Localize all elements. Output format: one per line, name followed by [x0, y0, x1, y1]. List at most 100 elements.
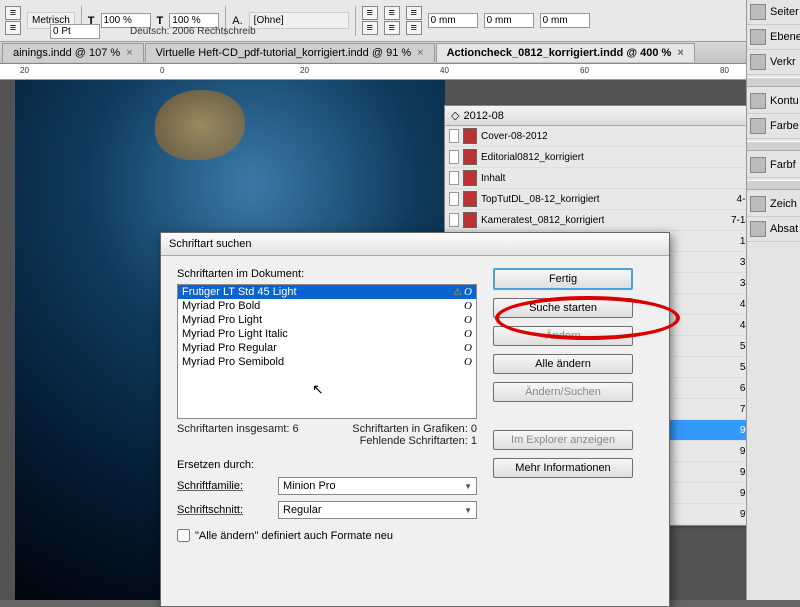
fonts-missing-label: Fehlende Schriftarten: 1: [360, 435, 477, 447]
font-type-icon: O: [464, 342, 472, 354]
panel-label: Seiter: [770, 6, 799, 18]
doc-thumb-icon: [463, 128, 477, 144]
redefine-style-checkbox[interactable]: [177, 529, 190, 542]
panel-tab[interactable]: Zeich: [747, 192, 800, 217]
language-dropdown[interactable]: Deutsch: 2006 Rechtschreib: [130, 26, 256, 37]
close-icon[interactable]: ×: [417, 47, 423, 59]
change-all-button[interactable]: Alle ändern: [493, 354, 633, 374]
doc-name: Cover-08-2012: [481, 131, 745, 142]
right-panels: Seiter Ebene Verkr Kontu Farbe Farbf Zeich A…: [746, 0, 800, 600]
panel-icon: [750, 54, 766, 70]
panel-icon: [750, 221, 766, 237]
para-icon[interactable]: ≡: [384, 6, 400, 20]
indent-input[interactable]: [428, 13, 478, 28]
font-name: Myriad Pro Semibold: [182, 356, 464, 368]
font-name: Frutiger LT Std 45 Light: [182, 286, 453, 298]
doc-name: TopTutDL_08-12_korrigiert: [481, 194, 737, 205]
panel-label: Ebene: [770, 31, 800, 43]
para-icon[interactable]: ≡: [406, 6, 422, 20]
char-style-dropdown[interactable]: [Ohne]: [249, 12, 349, 29]
font-family-dropdown[interactable]: Minion Pro▼: [278, 477, 477, 495]
find-first-button[interactable]: Suche starten: [493, 298, 633, 318]
panel-label: Absat: [770, 223, 798, 235]
chevron-down-icon: ▼: [464, 482, 472, 491]
font-name: Myriad Pro Regular: [182, 342, 464, 354]
doc-icon: [449, 171, 459, 185]
panel-icon: [750, 93, 766, 109]
panel-tab[interactable]: Seiter: [747, 0, 800, 25]
panel-tab[interactable]: Absat: [747, 217, 800, 242]
horizontal-ruler[interactable]: 20020406080: [0, 64, 800, 80]
dropdown-icon[interactable]: ◇: [451, 109, 459, 122]
font-row[interactable]: Frutiger LT Std 45 Light⚠O: [178, 285, 476, 299]
para-icon[interactable]: ≡: [362, 6, 378, 20]
align-icon[interactable]: ≡: [5, 21, 21, 35]
doc-icon: [449, 129, 459, 143]
align-icon[interactable]: ≡: [5, 6, 21, 20]
tab-document[interactable]: Virtuelle Heft-CD_pdf-tutorial_korrigier…: [145, 43, 435, 62]
baseline-input[interactable]: [50, 24, 100, 39]
font-type-icon: O: [464, 356, 472, 368]
reveal-button: Im Explorer anzeigen: [493, 430, 633, 450]
more-info-button[interactable]: Mehr Informationen: [493, 458, 633, 478]
dialog-title: Schriftart suchen: [161, 233, 669, 256]
doc-icon: [449, 213, 459, 227]
font-style-label: Schriftschnitt:: [177, 504, 272, 516]
font-row[interactable]: Myriad Pro Light ItalicO: [178, 327, 476, 341]
close-icon[interactable]: ×: [677, 47, 683, 59]
font-list[interactable]: Frutiger LT Std 45 Light⚠OMyriad Pro Bol…: [177, 284, 477, 419]
done-button[interactable]: Fertig: [493, 268, 633, 290]
doc-icon: [449, 192, 459, 206]
doc-icon: [449, 150, 459, 164]
doc-name: Editorial0812_korrigiert: [481, 152, 745, 163]
panel-label: Farbe: [770, 120, 799, 132]
indent-input[interactable]: [484, 13, 534, 28]
close-icon[interactable]: ×: [126, 47, 132, 59]
panel-icon: [750, 157, 766, 173]
panel-tab[interactable]: Ebene: [747, 25, 800, 50]
panel-tab[interactable]: Verkr: [747, 50, 800, 75]
panel-label: Kontu: [770, 95, 799, 107]
font-type-icon: O: [464, 314, 472, 326]
panel-icon: [750, 196, 766, 212]
tab-document[interactable]: ainings.indd @ 107 %×: [2, 43, 144, 62]
font-type-icon: O: [464, 286, 472, 298]
para-icon[interactable]: ≡: [362, 21, 378, 35]
fonts-graphics-label: Schriftarten in Grafiken: 0: [352, 423, 477, 435]
panel-label: Verkr: [770, 56, 796, 68]
font-style-dropdown[interactable]: Regular▼: [278, 501, 477, 519]
book-row[interactable]: Cover-08-20121: [445, 126, 773, 147]
tab-document[interactable]: Actioncheck_0812_korrigiert.indd @ 400 %…: [436, 43, 695, 62]
book-row[interactable]: Editorial0812_korrigiert2: [445, 147, 773, 168]
book-row[interactable]: TopTutDL_08-12_korrigiert4-6: [445, 189, 773, 210]
doc-name: Kameratest_0812_korrigiert: [481, 215, 731, 226]
workspace: ◇ 2012-08 ▾≡ Cover-08-20121Editorial0812…: [0, 80, 800, 600]
font-type-icon: O: [464, 300, 472, 312]
book-row[interactable]: Kameratest_0812_korrigiert7-14: [445, 210, 773, 231]
panel-tab[interactable]: Farbe: [747, 114, 800, 139]
chevron-down-icon: ▼: [464, 506, 472, 515]
font-row[interactable]: Myriad Pro RegularO: [178, 341, 476, 355]
book-row[interactable]: Inhalt3: [445, 168, 773, 189]
panel-tab[interactable]: Kontu: [747, 89, 800, 114]
book-title: 2012-08: [463, 110, 757, 122]
doc-thumb-icon: [463, 149, 477, 165]
font-row[interactable]: Myriad Pro BoldO: [178, 299, 476, 313]
font-row[interactable]: Myriad Pro SemiboldO: [178, 355, 476, 369]
para-icon[interactable]: ≡: [406, 21, 422, 35]
panel-icon: [750, 4, 766, 20]
indent-input[interactable]: [540, 13, 590, 28]
redefine-style-label: "Alle ändern" definiert auch Formate neu: [195, 530, 393, 542]
fonts-in-doc-label: Schriftarten im Dokument:: [177, 268, 477, 280]
replace-with-label: Ersetzen durch:: [177, 459, 477, 471]
doc-thumb-icon: [463, 191, 477, 207]
para-icon[interactable]: ≡: [384, 21, 400, 35]
doc-name: Inhalt: [481, 173, 745, 184]
font-name: Myriad Pro Bold: [182, 300, 464, 312]
warning-icon: ⚠: [453, 287, 462, 298]
font-row[interactable]: Myriad Pro LightO: [178, 313, 476, 327]
font-type-icon: O: [464, 328, 472, 340]
panel-tab[interactable]: Farbf: [747, 153, 800, 178]
document-tabs: ainings.indd @ 107 %× Virtuelle Heft-CD_…: [0, 42, 800, 64]
change-find-button: Ändern/Suchen: [493, 382, 633, 402]
